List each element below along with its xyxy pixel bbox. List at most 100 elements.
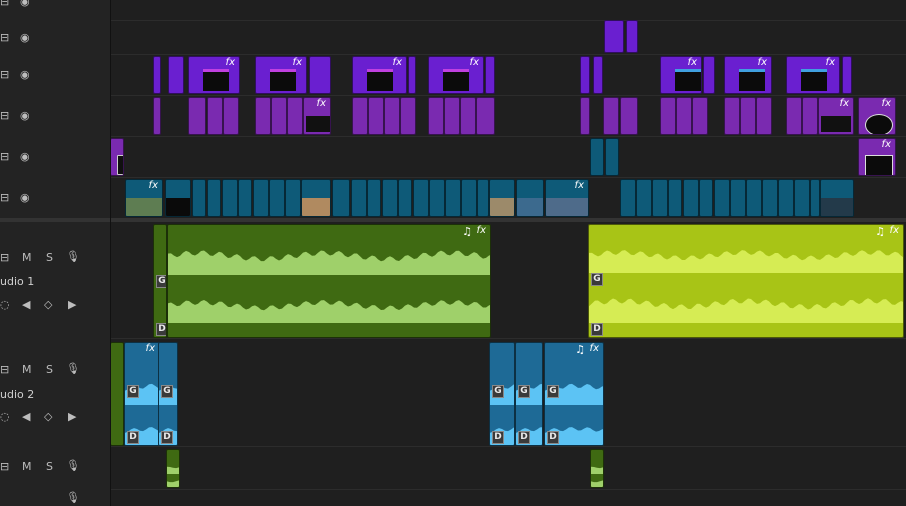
toggle-output-icon[interactable]: ⊟ [0,32,9,44]
timeline-clip[interactable] [153,97,161,135]
timeline-clip[interactable]: GD [153,224,167,338]
timeline-clip[interactable] [110,138,124,176]
timeline-clip[interactable] [778,179,794,217]
timeline-clip[interactable] [352,97,368,135]
timeline-clip[interactable] [603,97,619,135]
keyframe-next-icon[interactable]: ▶ [68,299,76,311]
eye-icon[interactable]: ◉ [20,0,30,8]
toggle-output-icon[interactable]: ⊟ [0,110,9,122]
mute-button[interactable]: M [22,252,32,264]
keyframe-next-icon[interactable]: ▶ [68,411,76,423]
timeline-clip[interactable] [428,97,444,135]
timeline-clip[interactable] [153,56,161,94]
timeline-clip[interactable] [207,97,223,135]
timeline-clip[interactable] [384,97,400,135]
mic-icon[interactable]: 🎙 [66,363,80,375]
keyframe-prev-icon[interactable]: ◀ [22,299,30,311]
timeline-clip[interactable] [301,179,331,217]
toggle-output-icon[interactable]: ⊟ [0,364,9,376]
timeline-clip[interactable] [593,56,603,94]
timeline-clip[interactable] [516,179,544,217]
timeline-clip[interactable]: fx [724,56,772,94]
timeline-clip[interactable] [746,179,762,217]
timeline-clip[interactable] [802,97,818,135]
timeline-clip[interactable] [489,179,515,217]
timeline-clip[interactable] [223,97,239,135]
trim-handle[interactable] [117,155,123,175]
timeline-clip[interactable] [660,97,676,135]
timeline-clip[interactable] [636,179,652,217]
timeline-clip[interactable] [724,97,740,135]
timeline-clip[interactable]: fx [818,97,854,135]
timeline-clip[interactable] [460,97,476,135]
timeline-clip[interactable] [332,179,350,217]
timeline-clip[interactable] [590,138,604,176]
timeline-clip[interactable] [730,179,746,217]
timeline-clip[interactable]: fx G D [124,342,160,446]
timeline-clip[interactable] [626,20,638,53]
timeline-clip[interactable]: fx ♫ G D [544,342,604,446]
mic-icon[interactable]: 🎙 [66,460,80,472]
timeline-clip[interactable] [605,138,619,176]
timeline-clip[interactable] [762,179,778,217]
timeline-clip[interactable]: GD [515,342,543,446]
timeline-clip[interactable] [620,97,638,135]
solo-button[interactable]: S [46,461,53,473]
timeline-clip[interactable] [285,179,301,217]
mic-icon[interactable]: 🎙 [66,251,80,263]
timeline-clip[interactable] [398,179,412,217]
timeline-clip[interactable] [238,179,252,217]
timeline-clip[interactable] [476,97,495,135]
timeline-clip[interactable] [309,56,331,94]
timeline-clip[interactable] [620,179,636,217]
timeline-clip[interactable] [461,179,477,217]
toggle-output-icon[interactable]: ⊟ [0,0,9,8]
timeline-clip[interactable]: fx [352,56,407,94]
timeline-clip[interactable] [794,179,810,217]
timeline-clip[interactable]: GD [489,342,515,446]
timeline-clip[interactable] [604,20,624,53]
video-audio-divider[interactable] [0,218,906,222]
timeline-clip[interactable]: fx [858,97,896,135]
timeline-clip[interactable] [445,179,461,217]
toggle-output-icon[interactable]: ⊟ [0,192,9,204]
timeline-clip[interactable]: fx [188,56,240,94]
timeline-clip[interactable] [253,179,269,217]
timeline-clip[interactable] [590,449,604,488]
timeline-clip[interactable] [351,179,367,217]
timeline-clip[interactable]: fx [428,56,484,94]
timeline-clip[interactable] [165,179,191,217]
eye-icon[interactable]: ◉ [20,151,30,163]
timeline-clip[interactable]: fx ♫ G D [588,224,904,338]
timeline-clip[interactable] [408,56,416,94]
eye-icon[interactable]: ◉ [20,110,30,122]
timeline-clip[interactable] [255,97,271,135]
solo-button[interactable]: S [46,364,53,376]
timeline-clip[interactable]: fx [303,97,331,135]
toggle-output-icon[interactable]: ⊟ [0,461,9,473]
timeline-clip[interactable]: fx [545,179,589,217]
eye-icon[interactable]: ◉ [20,69,30,81]
timeline-clip[interactable] [400,97,416,135]
timeline-clip[interactable]: fx [255,56,307,94]
timeline-clip[interactable]: fx [660,56,702,94]
timeline-clip[interactable] [580,56,590,94]
mute-button[interactable]: M [22,461,32,473]
timeline-clip[interactable] [580,97,590,135]
timeline-clip[interactable]: GD [158,342,178,446]
timeline-clip[interactable] [485,56,495,94]
timeline-clip[interactable] [368,97,384,135]
timeline-clip[interactable] [668,179,682,217]
timeline-clip[interactable] [740,97,756,135]
mute-button[interactable]: M [22,364,32,376]
toggle-output-icon[interactable]: ⊟ [0,252,9,264]
timeline-clip[interactable] [110,342,124,446]
timeline-clip[interactable] [756,97,772,135]
timeline-clip[interactable] [207,179,221,217]
timeline-clip[interactable] [692,97,708,135]
solo-button[interactable]: S [46,252,53,264]
timeline-clip[interactable]: fx [125,179,163,217]
eye-icon[interactable]: ◉ [20,192,30,204]
timeline-clip[interactable] [842,56,852,94]
timeline-clip[interactable] [444,97,460,135]
